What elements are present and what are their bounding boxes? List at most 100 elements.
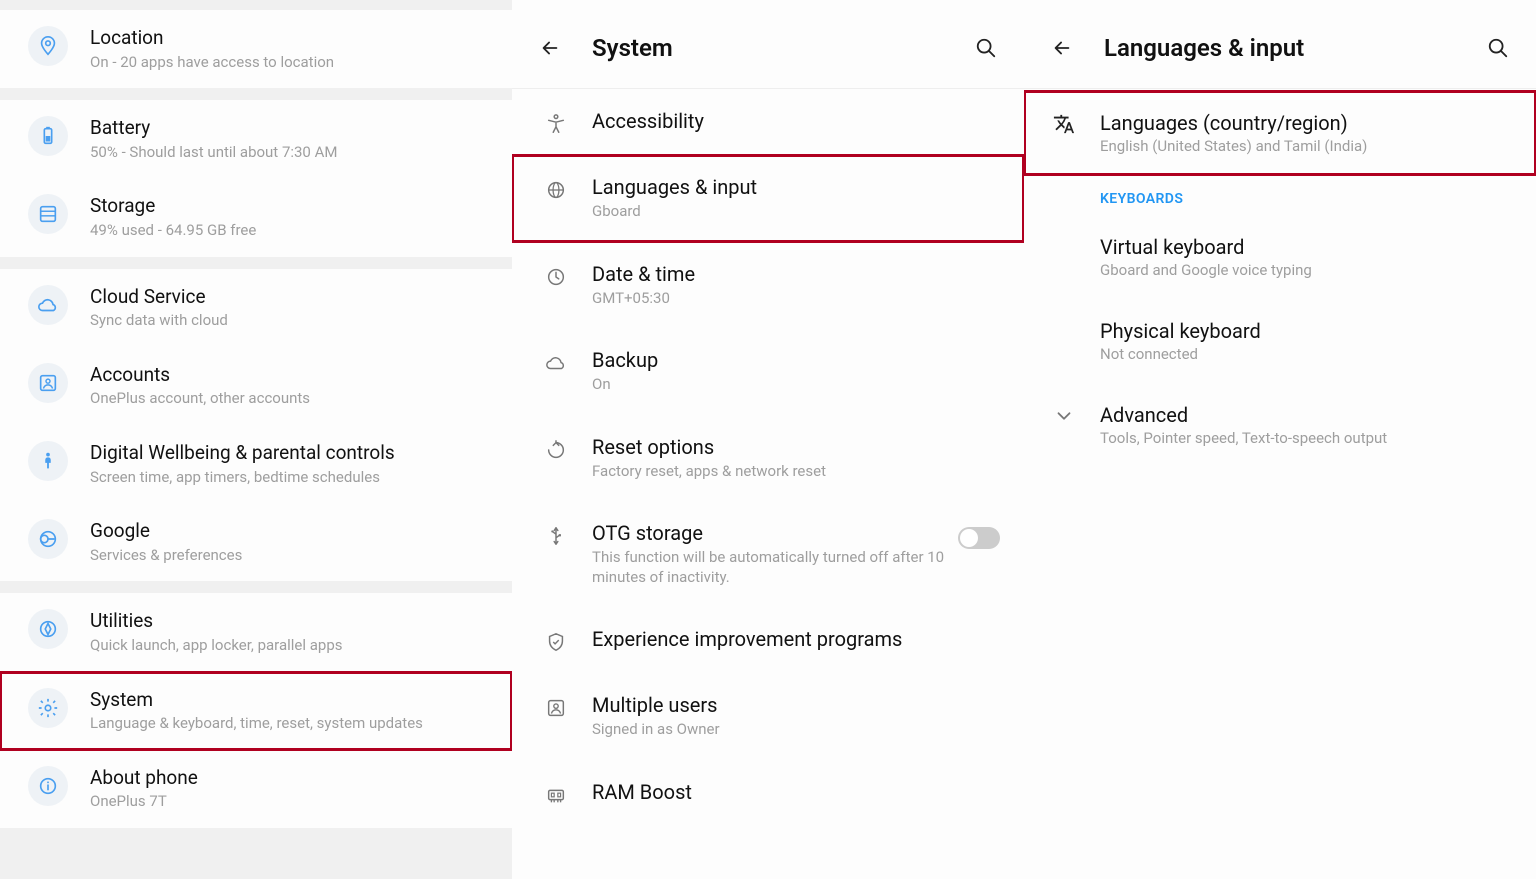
settings-row-google[interactable]: GoogleServices & preferences — [0, 503, 512, 581]
arrow-left-icon — [1051, 37, 1073, 59]
row-title: Advanced — [1100, 403, 1512, 427]
system-row-languages-input[interactable]: Languages & inputGboard — [512, 155, 1024, 242]
toggle-switch[interactable] — [958, 527, 1000, 549]
search-button[interactable] — [1484, 34, 1512, 62]
wellbeing-icon-wrap — [28, 441, 68, 481]
languages-row[interactable]: Languages (country/region) English (Unit… — [1024, 91, 1536, 175]
ram-icon-wrap — [536, 780, 576, 806]
languages-header: Languages & input — [1024, 0, 1536, 89]
system-row-reset-options[interactable]: Reset optionsFactory reset, apps & netwo… — [512, 415, 1024, 502]
row-title: Accounts — [90, 363, 492, 388]
settings-row-system[interactable]: SystemLanguage & keyboard, time, reset, … — [0, 672, 512, 750]
row-title: Physical keyboard — [1100, 319, 1512, 343]
settings-row-digital-wellbeing-parental-controls[interactable]: Digital Wellbeing & parental controlsScr… — [0, 425, 512, 503]
cloud-outline-icon-wrap — [536, 348, 576, 374]
system-panel: System Accessibility Languages & inputGbo… — [512, 0, 1024, 879]
system-row-backup[interactable]: BackupOn — [512, 328, 1024, 415]
row-subtitle: Tools, Pointer speed, Text-to-speech out… — [1100, 429, 1512, 447]
back-button[interactable] — [536, 34, 564, 62]
settings-row-cloud-service[interactable]: Cloud ServiceSync data with cloud — [0, 269, 512, 347]
settings-row-about-phone[interactable]: About phoneOnePlus 7T — [0, 750, 512, 828]
row-title: RAM Boost — [592, 780, 1000, 805]
keyboard-row-physical-keyboard[interactable]: Physical keyboard Not connected — [1024, 299, 1536, 383]
usb-icon-wrap — [536, 521, 576, 547]
translate-icon — [1053, 113, 1075, 135]
clock-icon-wrap — [536, 262, 576, 288]
system-row-accessibility[interactable]: Accessibility — [512, 89, 1024, 155]
accessibility-icon-wrap — [536, 109, 576, 135]
system-row-otg-storage[interactable]: OTG storageThis function will be automat… — [512, 501, 1024, 607]
row-subtitle: Not connected — [1100, 345, 1512, 363]
utilities-icon-wrap — [28, 609, 68, 649]
search-button[interactable] — [972, 34, 1000, 62]
row-title: Languages & input — [592, 175, 1000, 200]
row-subtitle: Factory reset, apps & network reset — [592, 462, 1000, 482]
chevron-down-icon — [1053, 405, 1075, 427]
row-subtitle: Sync data with cloud — [90, 311, 492, 331]
system-row-experience-improvement-programs[interactable]: Experience improvement programs — [512, 607, 1024, 673]
advanced-row[interactable]: Advanced Tools, Pointer speed, Text-to-s… — [1024, 383, 1536, 467]
row-subtitle: Services & preferences — [90, 546, 492, 566]
row-subtitle: Signed in as Owner — [592, 720, 1000, 740]
keyboards-section-header: KEYBOARDS — [1024, 175, 1536, 215]
row-title: Experience improvement programs — [592, 627, 1000, 652]
shield-check-icon-wrap — [536, 627, 576, 653]
panel-title: System — [592, 34, 972, 62]
row-subtitle: Language & keyboard, time, reset, system… — [90, 714, 492, 734]
row-title: About phone — [90, 766, 492, 791]
row-subtitle: On — [592, 375, 1000, 395]
globe-icon-wrap — [536, 175, 576, 201]
row-title: Storage — [90, 194, 492, 219]
row-title: Languages (country/region) — [1100, 111, 1512, 135]
row-subtitle: Screen time, app timers, bedtime schedul… — [90, 468, 492, 488]
user-box-icon-wrap — [536, 693, 576, 719]
row-subtitle: On - 20 apps have access to location — [90, 53, 492, 73]
settings-row-utilities[interactable]: UtilitiesQuick launch, app locker, paral… — [0, 593, 512, 671]
row-title: Reset options — [592, 435, 1000, 460]
storage-icon-wrap — [28, 194, 68, 234]
row-title: Battery — [90, 116, 492, 141]
section-divider — [0, 257, 512, 269]
google-icon-wrap — [28, 519, 68, 559]
row-title: Cloud Service — [90, 285, 492, 310]
languages-input-panel: Languages & input Languages (country/reg… — [1024, 0, 1536, 879]
row-title: Multiple users — [592, 693, 1000, 718]
search-icon — [1487, 37, 1509, 59]
row-subtitle: Gboard — [592, 202, 1000, 222]
system-row-ram-boost[interactable]: RAM Boost — [512, 760, 1024, 826]
system-row-multiple-users[interactable]: Multiple usersSigned in as Owner — [512, 673, 1024, 760]
settings-row-storage[interactable]: Storage49% used - 64.95 GB free — [0, 178, 512, 256]
row-title: Utilities — [90, 609, 492, 634]
row-subtitle: English (United States) and Tamil (India… — [1100, 137, 1512, 155]
row-subtitle: 50% - Should last until about 7:30 AM — [90, 143, 492, 163]
settings-row-location[interactable]: LocationOn - 20 apps have access to loca… — [0, 10, 512, 88]
settings-row-battery[interactable]: Battery50% - Should last until about 7:3… — [0, 100, 512, 178]
settings-row-accounts[interactable]: AccountsOnePlus account, other accounts — [0, 347, 512, 425]
back-button[interactable] — [1048, 34, 1076, 62]
row-subtitle: GMT+05:30 — [592, 289, 1000, 309]
system-row-date-time[interactable]: Date & timeGMT+05:30 — [512, 242, 1024, 329]
chevron-down-icon-wrap — [1040, 403, 1088, 427]
row-title: Accessibility — [592, 109, 1000, 134]
location-icon-wrap — [28, 26, 68, 66]
row-title: Date & time — [592, 262, 1000, 287]
accounts-icon-wrap — [28, 363, 68, 403]
cloud-icon-wrap — [28, 285, 68, 325]
row-subtitle: OnePlus account, other accounts — [90, 389, 492, 409]
row-title: Google — [90, 519, 492, 544]
row-subtitle: 49% used - 64.95 GB free — [90, 221, 492, 241]
about-icon-wrap — [28, 766, 68, 806]
translate-icon-wrap — [1040, 111, 1088, 135]
row-title: Location — [90, 26, 492, 51]
row-title: OTG storage — [592, 521, 958, 546]
section-divider — [0, 581, 512, 593]
settings-main-panel: LocationOn - 20 apps have access to loca… — [0, 0, 512, 879]
row-subtitle: Gboard and Google voice typing — [1100, 261, 1512, 279]
search-icon — [975, 37, 997, 59]
system-icon-wrap — [28, 688, 68, 728]
keyboard-row-virtual-keyboard[interactable]: Virtual keyboard Gboard and Google voice … — [1024, 215, 1536, 299]
reset-icon-wrap — [536, 435, 576, 461]
row-title: Virtual keyboard — [1100, 235, 1512, 259]
row-title: Backup — [592, 348, 1000, 373]
row-title: Digital Wellbeing & parental controls — [90, 441, 492, 466]
